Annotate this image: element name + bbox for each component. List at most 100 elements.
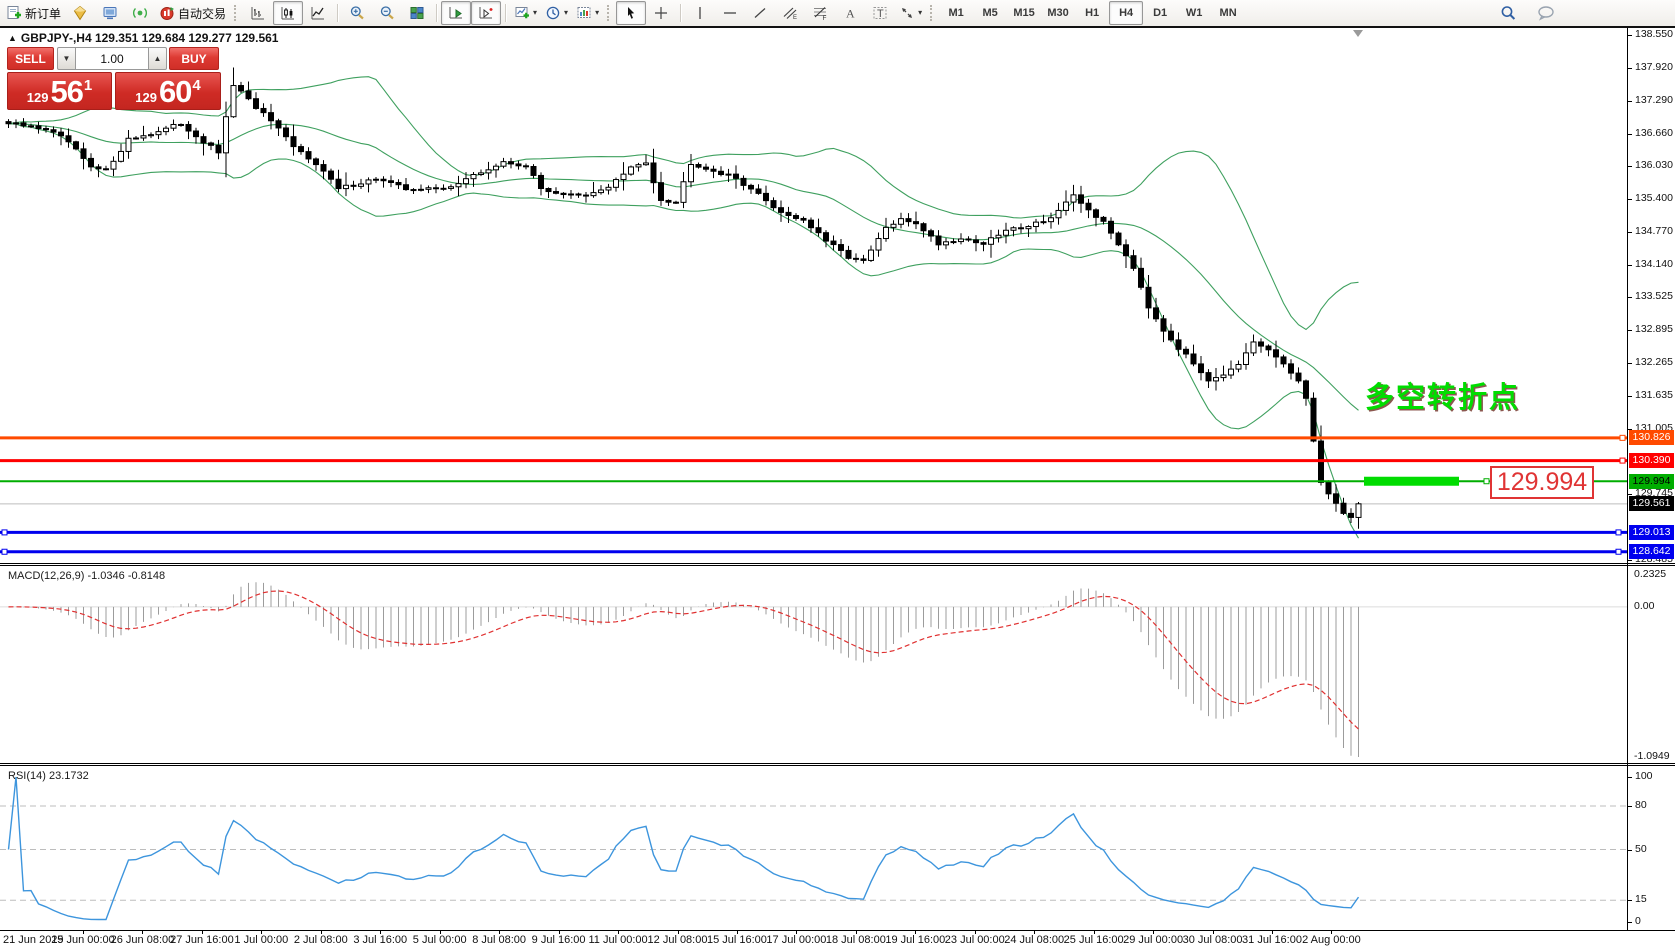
- annotation-text[interactable]: 多空转折点: [1358, 374, 1520, 416]
- auto-trading-button[interactable]: 自动交易: [155, 1, 230, 25]
- templates-button[interactable]: ▾: [572, 1, 603, 25]
- periods-button[interactable]: ▾: [541, 1, 572, 25]
- svg-text:E: E: [793, 15, 797, 21]
- crosshair-tool-button[interactable]: [646, 1, 676, 25]
- volume-input[interactable]: 1.00: [76, 47, 148, 70]
- timeframe-button-m1[interactable]: M1: [939, 1, 973, 25]
- price-level-chip: 130.390: [1629, 453, 1674, 468]
- zoom-in-button[interactable]: [342, 1, 372, 25]
- chevron-down-icon[interactable]: ▾: [595, 9, 599, 17]
- chart-shift-marker-icon[interactable]: [1353, 30, 1363, 37]
- macd-axis-label: 0.00: [1634, 600, 1654, 612]
- axis-tick: [1628, 265, 1632, 266]
- auto-trading-icon: [159, 5, 175, 21]
- chevron-down-icon[interactable]: ▾: [564, 9, 568, 17]
- metaeditor-button[interactable]: [65, 1, 95, 25]
- axis-tick-label: 132.265: [1635, 356, 1673, 368]
- buy-price-pip: 4: [192, 77, 200, 94]
- date-label: 19 Jul 16:00: [885, 934, 945, 946]
- chart-shift-button[interactable]: [471, 1, 501, 25]
- broadcast-button[interactable]: [125, 1, 155, 25]
- toolbar-drag-handle[interactable]: [607, 5, 612, 21]
- timeframe-button-m5[interactable]: M5: [973, 1, 1007, 25]
- axis-tick-label: 138.550: [1635, 28, 1673, 40]
- trendline-tool-button[interactable]: [745, 1, 775, 25]
- axis-tick: [1628, 35, 1632, 36]
- new-order-icon: [6, 5, 22, 21]
- axis-tick-label: 136.660: [1635, 127, 1673, 139]
- new-order-button[interactable]: 新订单: [2, 1, 65, 25]
- date-tick: [975, 930, 976, 934]
- date-tick: [915, 930, 916, 934]
- volume-increase-button[interactable]: ▲: [148, 47, 167, 70]
- macd-label: MACD(12,26,9) -1.0346 -0.8148: [8, 570, 165, 582]
- volume-decrease-button[interactable]: ▼: [57, 47, 76, 70]
- timeframe-button-h4[interactable]: H4: [1109, 1, 1143, 25]
- axis-tick: [1628, 68, 1632, 69]
- chevron-down-icon[interactable]: ▾: [918, 9, 922, 17]
- toolbar-drag-handle[interactable]: [930, 5, 935, 21]
- zoom-out-button[interactable]: [372, 1, 402, 25]
- terminal-button[interactable]: [95, 1, 125, 25]
- horizontal-line-tool-button[interactable]: [715, 1, 745, 25]
- axis-tick: [1628, 922, 1632, 923]
- date-label: 17 Jul 00:00: [766, 934, 826, 946]
- auto-scroll-button[interactable]: [441, 1, 471, 25]
- date-axis[interactable]: 21 Jun 201925 Jun 00:0026 Jun 08:0027 Ju…: [0, 930, 1675, 949]
- macd-axis-label: 0.2325: [1634, 568, 1666, 580]
- buy-price-button[interactable]: 129 60 4: [115, 72, 221, 110]
- rsi-pane-canvas[interactable]: [0, 766, 1675, 930]
- symbol-marker-icon[interactable]: ▲: [8, 33, 17, 43]
- sell-price-prefix: 129: [27, 90, 49, 105]
- timeframe-button-w1[interactable]: W1: [1177, 1, 1211, 25]
- date-tick: [321, 930, 322, 934]
- timeframe-button-mn[interactable]: MN: [1211, 1, 1245, 25]
- date-tick: [261, 930, 262, 934]
- chart-shift-icon: [478, 5, 494, 21]
- arrows-tool-button[interactable]: ▾: [895, 1, 926, 25]
- price-level-chip: 128.642: [1629, 544, 1674, 559]
- timeframe-button-h1[interactable]: H1: [1075, 1, 1109, 25]
- axis-tick: [1628, 232, 1632, 233]
- date-label: 11 Jul 00:00: [588, 934, 647, 946]
- text-label-tool-button[interactable]: T: [865, 1, 895, 25]
- macd-pane-canvas[interactable]: [0, 566, 1675, 763]
- fibonacci-icon: F: [812, 5, 828, 21]
- sell-button[interactable]: SELL: [7, 47, 54, 70]
- vertical-line-tool-button[interactable]: [685, 1, 715, 25]
- text-label-icon: T: [872, 5, 888, 21]
- axis-tick: [1628, 806, 1632, 807]
- axis-tick-label: 133.525: [1635, 290, 1673, 302]
- timeframe-button-m30[interactable]: M30: [1041, 1, 1075, 25]
- buy-price-prefix: 129: [135, 90, 157, 105]
- channel-tool-button[interactable]: E: [775, 1, 805, 25]
- price-callout-box[interactable]: 129.994: [1490, 466, 1594, 499]
- axis-tick: [1628, 429, 1632, 430]
- price-axis[interactable]: 138.550137.920137.290136.660136.030135.4…: [1627, 28, 1675, 930]
- sell-price-button[interactable]: 129 56 1: [7, 72, 112, 110]
- crosshair-icon: [653, 5, 669, 21]
- toolbar-drag-handle[interactable]: [234, 5, 239, 21]
- buy-button[interactable]: BUY: [169, 47, 219, 70]
- axis-tick: [1628, 297, 1632, 298]
- cursor-tool-button[interactable]: [616, 1, 646, 25]
- fibonacci-tool-button[interactable]: F: [805, 1, 835, 25]
- chevron-down-icon[interactable]: ▾: [533, 9, 537, 17]
- text-tool-button[interactable]: A: [835, 1, 865, 25]
- line-chart-button[interactable]: [303, 1, 333, 25]
- svg-text:A: A: [846, 7, 855, 21]
- signal-icon: [132, 5, 148, 21]
- timeframe-button-d1[interactable]: D1: [1143, 1, 1177, 25]
- price-level-chip: 129.994: [1629, 474, 1674, 489]
- bar-chart-button[interactable]: [243, 1, 273, 25]
- chat-icon[interactable]: [1531, 1, 1561, 25]
- main-chart-canvas[interactable]: [0, 28, 1675, 563]
- tile-windows-button[interactable]: [402, 1, 432, 25]
- indicators-button[interactable]: ▾: [510, 1, 541, 25]
- rsi-label: RSI(14) 23.1732: [8, 770, 89, 782]
- toolbar-separator: [337, 4, 338, 22]
- candlestick-chart-button[interactable]: [273, 1, 303, 25]
- search-icon[interactable]: [1493, 1, 1523, 25]
- timeframe-button-m15[interactable]: M15: [1007, 1, 1041, 25]
- axis-tick: [1628, 101, 1632, 102]
